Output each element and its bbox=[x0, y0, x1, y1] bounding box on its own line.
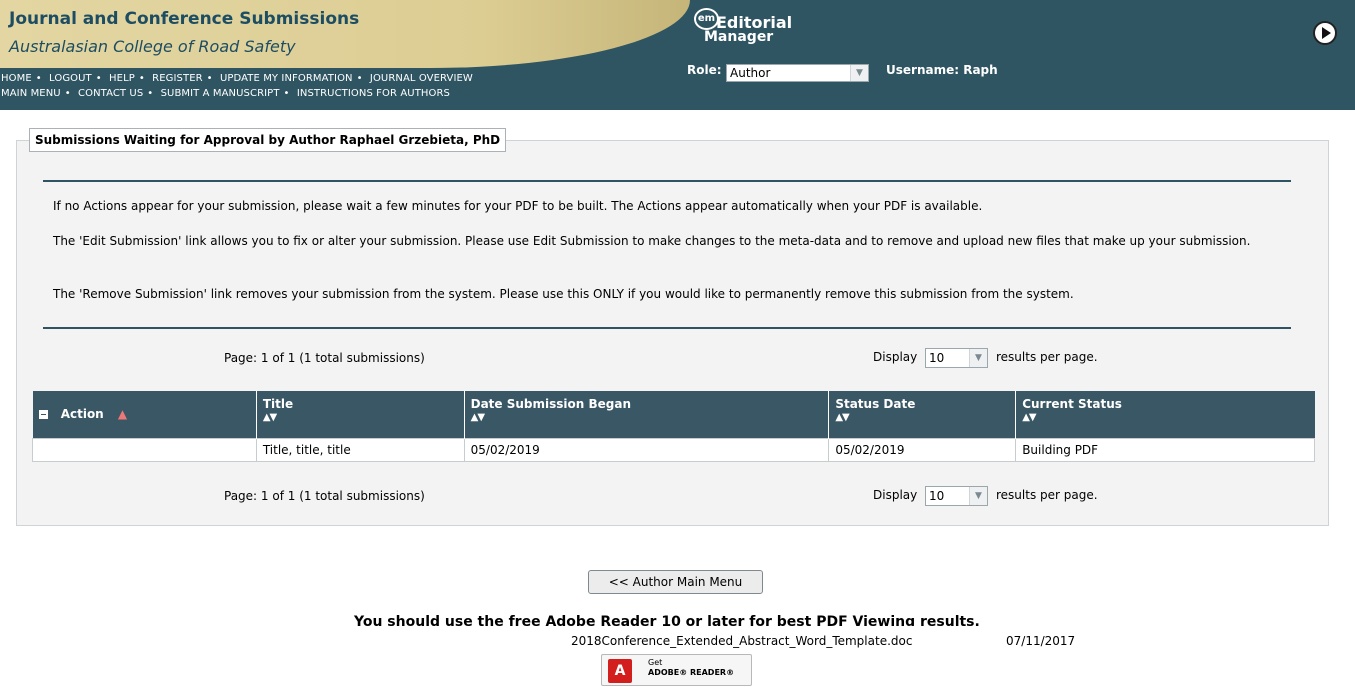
page-indicator: Page: 1 of 1 (1 total submissions) bbox=[224, 351, 425, 365]
display-label: Display bbox=[873, 350, 918, 364]
display-label: Display bbox=[873, 488, 918, 502]
journal-subtitle: Australasian College of Road Safety bbox=[9, 37, 296, 56]
sort-arrows-icon[interactable]: ▲▼ bbox=[263, 412, 459, 423]
cell-status-date: 05/02/2019 bbox=[828, 437, 1017, 462]
results-per-page-label: results per page. bbox=[996, 488, 1098, 502]
role-select[interactable]: Author ▼ bbox=[726, 64, 869, 82]
results-per-page-value: 10 bbox=[929, 351, 945, 365]
sort-arrows-icon[interactable]: ▲▼ bbox=[471, 412, 824, 423]
submissions-panel bbox=[16, 140, 1329, 526]
results-per-page-select[interactable]: 10 ▼ bbox=[925, 486, 988, 506]
nav-link-register[interactable]: REGISTER bbox=[152, 73, 203, 84]
results-per-page-select[interactable]: 10 ▼ bbox=[925, 348, 988, 368]
panel-title: Submissions Waiting for Approval by Auth… bbox=[29, 128, 507, 152]
site-header: Journal and Conference Submissions Austr… bbox=[0, 0, 1355, 110]
nav-menu-secondary: MAIN MENU • CONTACT US • SUBMIT A MANUSCRI… bbox=[1, 88, 450, 99]
username-display: Username: Raph bbox=[886, 63, 998, 77]
file-date: 07/11/2017 bbox=[1006, 634, 1076, 648]
chevron-down-icon: ▼ bbox=[969, 487, 987, 505]
chevron-down-icon: ▼ bbox=[969, 349, 987, 367]
play-icon[interactable] bbox=[1313, 21, 1337, 45]
info-paragraph: The 'Edit Submission' link allows you to… bbox=[53, 234, 1251, 248]
table-row: Title, title, title 05/02/2019 05/02/201… bbox=[32, 437, 1315, 462]
file-name: 2018Conference_Extended_Abstract_Word_Te… bbox=[571, 634, 913, 648]
nav-link-instructions[interactable]: INSTRUCTIONS FOR AUTHORS bbox=[297, 88, 450, 99]
table-header-row: Action ▲ Title ▲▼ Date Submission Began … bbox=[32, 391, 1315, 438]
cell-action bbox=[32, 437, 257, 462]
info-paragraph: If no Actions appear for your submission… bbox=[53, 199, 983, 213]
cell-title: Title, title, title bbox=[255, 437, 465, 462]
warning-icon: ▲ bbox=[117, 407, 128, 422]
submissions-table: Action ▲ Title ▲▼ Date Submission Began … bbox=[32, 391, 1315, 462]
cell-date-began: 05/02/2019 bbox=[463, 437, 830, 462]
nav-link-journal-overview[interactable]: JOURNAL OVERVIEW bbox=[370, 73, 473, 84]
get-adobe-reader-badge[interactable]: A Get ADOBE® READER® bbox=[601, 654, 752, 686]
column-header-title[interactable]: Title ▲▼ bbox=[256, 391, 465, 438]
adobe-logo-icon: A bbox=[608, 659, 632, 683]
nav-link-contact-us[interactable]: CONTACT US bbox=[78, 88, 143, 99]
nav-link-logout[interactable]: LOGOUT bbox=[49, 73, 92, 84]
role-label: Role: bbox=[687, 63, 722, 77]
role-select-value: Author bbox=[730, 66, 771, 80]
column-header-current-status[interactable]: Current Status ▲▼ bbox=[1015, 391, 1315, 438]
badge-reader-text: ADOBE® READER® bbox=[648, 668, 735, 677]
info-paragraph: The 'Remove Submission' link removes you… bbox=[53, 287, 1074, 301]
sort-arrows-icon[interactable]: ▲▼ bbox=[1022, 412, 1309, 423]
column-header-label: Action bbox=[60, 407, 104, 422]
column-header-label: Current Status bbox=[1022, 397, 1122, 411]
sort-arrows-icon[interactable]: ▲▼ bbox=[835, 412, 1010, 423]
badge-get-text: Get bbox=[648, 658, 663, 667]
chevron-down-icon: ▼ bbox=[850, 65, 868, 81]
nav-menu-primary: HOME • LOGOUT • HELP • REGISTER • UPDATE MY … bbox=[1, 73, 473, 84]
divider bbox=[43, 327, 1291, 329]
column-header-action[interactable]: Action ▲ bbox=[32, 391, 257, 438]
cell-current-status: Building PDF bbox=[1015, 437, 1315, 462]
logo-word-manager: Manager bbox=[704, 29, 774, 45]
column-header-label: Title bbox=[262, 397, 294, 411]
journal-title: Journal and Conference Submissions bbox=[9, 9, 360, 29]
page-indicator: Page: 1 of 1 (1 total submissions) bbox=[224, 489, 425, 503]
nav-link-update-info[interactable]: UPDATE MY INFORMATION bbox=[220, 73, 353, 84]
nav-link-main-menu[interactable]: MAIN MENU bbox=[1, 88, 61, 99]
nav-link-home[interactable]: HOME bbox=[1, 73, 32, 84]
divider bbox=[43, 180, 1291, 182]
editorial-manager-logo: em Editorial Manager bbox=[694, 6, 824, 54]
nav-link-help[interactable]: HELP bbox=[109, 73, 135, 84]
nav-link-submit-manuscript[interactable]: SUBMIT A MANUSCRIPT bbox=[161, 88, 280, 99]
results-per-page-label: results per page. bbox=[996, 350, 1098, 364]
author-main-menu-button[interactable]: << Author Main Menu bbox=[588, 570, 763, 594]
column-header-status-date[interactable]: Status Date ▲▼ bbox=[828, 391, 1017, 438]
column-header-label: Date Submission Began bbox=[470, 397, 632, 411]
collapse-icon[interactable] bbox=[38, 410, 48, 420]
column-header-date-began[interactable]: Date Submission Began ▲▼ bbox=[464, 391, 830, 438]
results-per-page-value: 10 bbox=[929, 489, 945, 503]
column-header-label: Status Date bbox=[835, 397, 916, 411]
